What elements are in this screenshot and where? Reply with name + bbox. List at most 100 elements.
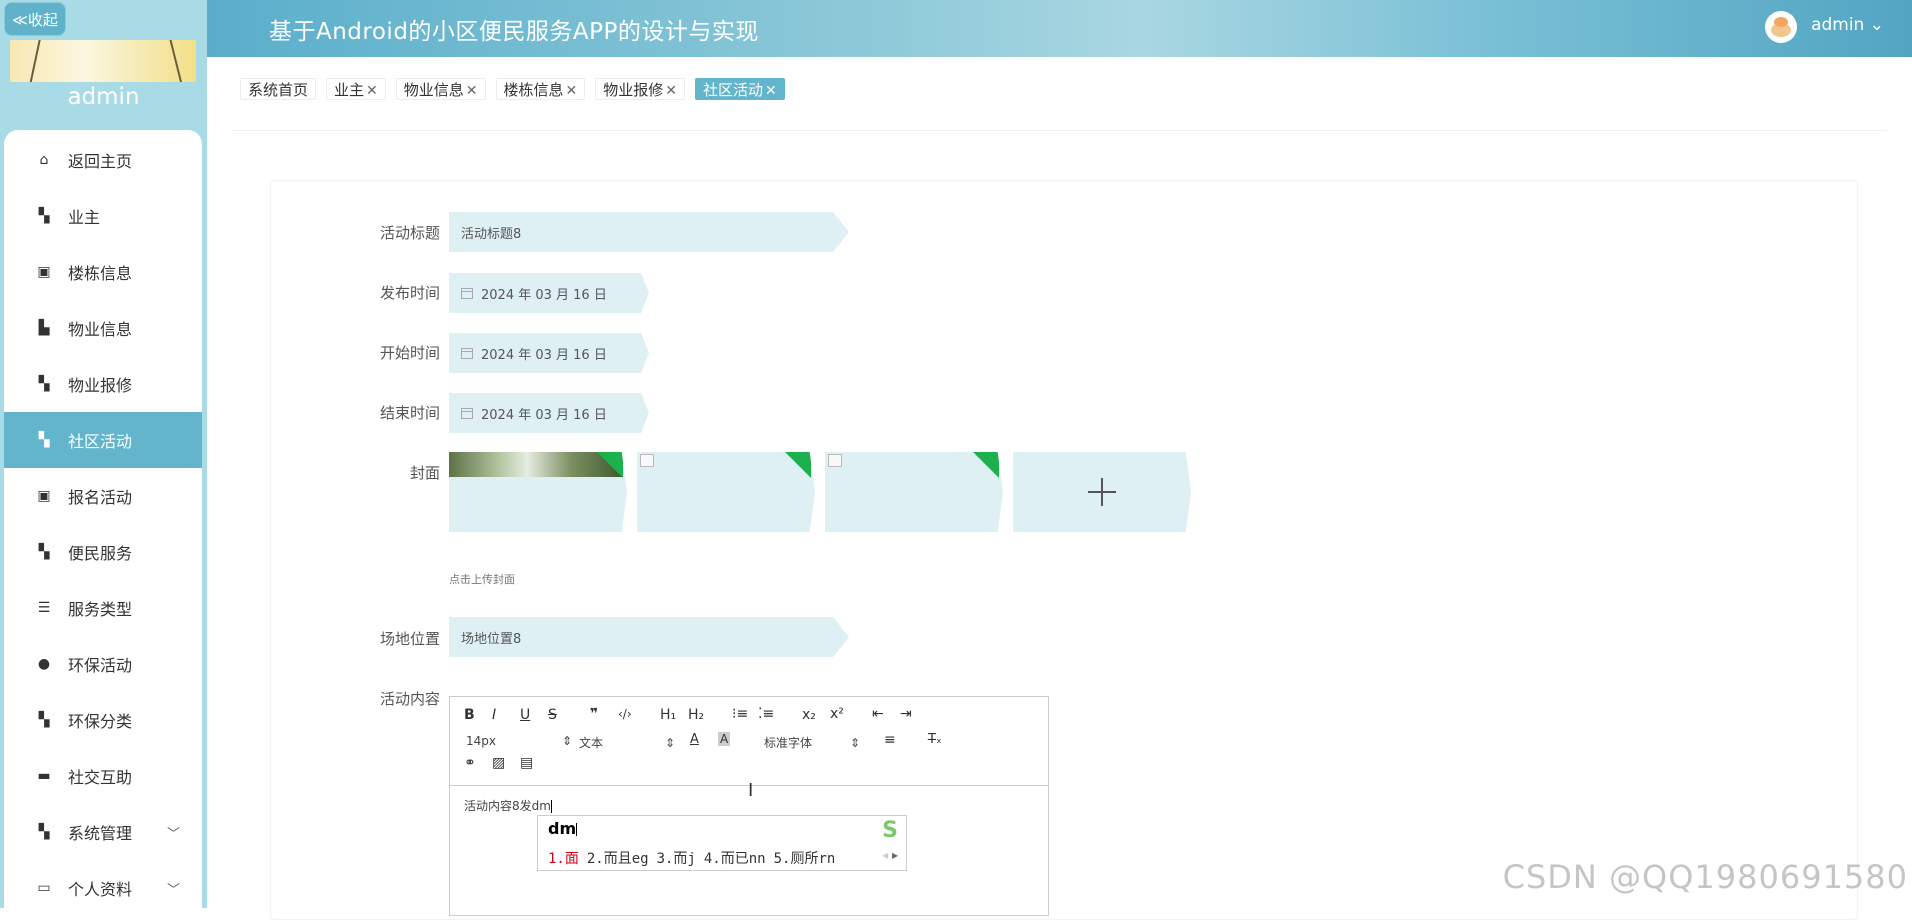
content-label: 活动内容 (379, 690, 440, 708)
subscript-icon[interactable]: x₂ (802, 707, 816, 723)
tab-home[interactable]: 系统首页 (240, 78, 317, 100)
clear-format-icon[interactable]: T̶ₓ (928, 732, 942, 747)
font-size-select[interactable]: 14px ⇕ (466, 734, 572, 748)
tab-repairs[interactable]: 物业报修 ✕ (595, 78, 686, 100)
profile-icon: ▭ (37, 880, 51, 896)
end-date-value: 2024 年 03 月 16 日 (481, 407, 607, 423)
close-icon[interactable]: ✕ (765, 83, 777, 99)
publish-date-picker[interactable]: 2024 年 03 月 16 日 (449, 273, 649, 313)
outdent-icon[interactable]: ⇤ (872, 706, 884, 722)
list-icon: ☰ (37, 600, 51, 616)
sidebar-item-label: 社交互助 (68, 768, 133, 787)
sidebar-item-home[interactable]: ⌂ 返回主页 (4, 132, 202, 188)
tab-property[interactable]: 物业信息 ✕ (395, 78, 486, 100)
uploaded-badge-icon (597, 452, 623, 478)
sidebar: ≪收起 admin ⌂ 返回主页 ▚ 业主 ▣ 楼栋信息 ▙ 物业信息 ▚ 物业… (0, 0, 207, 910)
bold-icon[interactable]: B (464, 707, 475, 723)
sidebar-item-label: 返回主页 (68, 152, 133, 171)
italic-icon[interactable]: I (492, 707, 496, 723)
cover-image-3[interactable] (825, 452, 1003, 532)
align-icon[interactable]: ≡ (884, 732, 896, 748)
sidebar-item-repairs[interactable]: ▚ 物业报修 (4, 356, 202, 412)
grid-icon: ▚ (38, 432, 50, 448)
cover-image-1[interactable] (449, 452, 627, 532)
cover-label: 封面 (409, 464, 440, 482)
close-icon[interactable]: ✕ (665, 83, 677, 99)
indent-icon[interactable]: ⇥ (900, 706, 912, 722)
grid-icon: ▚ (38, 712, 50, 728)
sidebar-item-services[interactable]: ▚ 便民服务 (4, 524, 202, 580)
ime-candidate[interactable]: 1.面 (548, 848, 579, 868)
collapse-button[interactable]: ≪收起 (4, 2, 66, 36)
bullet-list-icon[interactable]: ⁚≡ (758, 706, 774, 722)
sidebar-item-label: 环保活动 (68, 656, 133, 675)
close-icon[interactable]: ✕ (366, 83, 378, 99)
sidebar-item-label: 物业报修 (68, 376, 133, 395)
end-date-picker[interactable]: 2024 年 03 月 16 日 (449, 393, 649, 433)
heading2-icon[interactable]: H₂ (688, 707, 704, 723)
close-icon[interactable]: ✕ (566, 83, 578, 99)
underline-icon[interactable]: U (520, 707, 530, 723)
sidebar-item-owners[interactable]: ▚ 业主 (4, 188, 202, 244)
blockquote-icon[interactable]: ❞ (590, 706, 598, 722)
font-family-select[interactable]: 标准字体 ⇕ (764, 734, 860, 751)
sidebar-item-label: 系统管理 (68, 824, 133, 843)
sidebar-item-property[interactable]: ▙ 物业信息 (4, 300, 202, 356)
location-input[interactable]: 场地位置8 (449, 617, 849, 657)
font-color-icon[interactable]: A (690, 732, 699, 747)
ime-candidate[interactable]: 5.厕所rn (774, 848, 836, 868)
tab-label: 社区活动 (703, 81, 764, 99)
code-block-icon[interactable]: ‹/› (618, 707, 632, 721)
start-date-picker[interactable]: 2024 年 03 月 16 日 (449, 333, 649, 373)
video-icon[interactable]: ▤ (520, 755, 533, 771)
text-cursor-icon: I (748, 780, 754, 801)
sidebar-item-system[interactable]: ▚ 系统管理 ﹀ (4, 804, 202, 860)
background-color-icon[interactable]: A (718, 732, 731, 746)
editor-content[interactable]: 活动内容8发dm (464, 797, 552, 814)
link-icon[interactable]: ⚭ (464, 755, 476, 771)
strikethrough-icon[interactable]: S (548, 707, 557, 723)
tab-owners[interactable]: 业主 ✕ (326, 78, 386, 100)
sidebar-item-eco-activities[interactable]: ● 环保活动 (4, 636, 202, 692)
sidebar-item-buildings[interactable]: ▣ 楼栋信息 (4, 244, 202, 300)
tab-community-activities[interactable]: 社区活动 ✕ (695, 78, 785, 100)
cover-image-2[interactable] (637, 452, 815, 532)
divider (232, 130, 1887, 131)
sidebar-item-community-activities[interactable]: ▚ 社区活动 (4, 412, 202, 468)
publish-time-label: 发布时间 (379, 284, 440, 302)
tab-label: 物业报修 (603, 81, 664, 99)
image-icon[interactable]: ▨ (492, 755, 505, 771)
publish-date-value: 2024 年 03 月 16 日 (481, 287, 607, 303)
cover-upload-button[interactable] (1013, 452, 1191, 532)
ime-candidate[interactable]: 3.而j (657, 848, 696, 868)
superscript-icon[interactable]: x² (830, 706, 844, 722)
select-arrows-icon: ⇕ (665, 736, 676, 750)
sidebar-item-signups[interactable]: ▣ 报名活动 (4, 468, 202, 524)
tab-label: 系统首页 (248, 81, 309, 99)
grid-icon: ▚ (38, 376, 50, 392)
ime-candidate[interactable]: 2.而且eg (587, 848, 649, 868)
user-avatar[interactable] (1765, 11, 1797, 43)
block-type-select[interactable]: 文本 ⇕ (579, 734, 675, 751)
chevron-right-icon[interactable]: ▸ (892, 848, 898, 862)
uploaded-badge-icon (973, 452, 999, 478)
user-name: admin (1811, 15, 1865, 35)
sidebar-username: admin (67, 84, 140, 110)
user-menu[interactable]: admin ⌄ (1811, 15, 1884, 35)
tab-buildings[interactable]: 楼栋信息 ✕ (495, 78, 586, 100)
clipboard-icon: ▣ (37, 264, 51, 280)
chevron-left-icon[interactable]: ◂ (882, 848, 888, 862)
heading1-icon[interactable]: H₁ (660, 707, 676, 723)
title-input[interactable]: 活动标题8 (449, 212, 849, 252)
ime-candidate[interactable]: 4.而已nn (704, 848, 766, 868)
font-family-value: 标准字体 (764, 736, 813, 750)
ordered-list-icon[interactable]: ⁝≡ (732, 706, 748, 722)
calendar-icon (461, 407, 473, 419)
tab-label: 物业信息 (403, 81, 464, 99)
sidebar-item-social[interactable]: ▬ 社交互助 (4, 748, 202, 804)
ime-caret (576, 823, 578, 836)
sidebar-item-eco-categories[interactable]: ▚ 环保分类 (4, 692, 202, 748)
sidebar-item-service-types[interactable]: ☰ 服务类型 (4, 580, 202, 636)
ime-page-nav[interactable]: ◂ ▸ (882, 848, 898, 862)
close-icon[interactable]: ✕ (466, 83, 478, 99)
